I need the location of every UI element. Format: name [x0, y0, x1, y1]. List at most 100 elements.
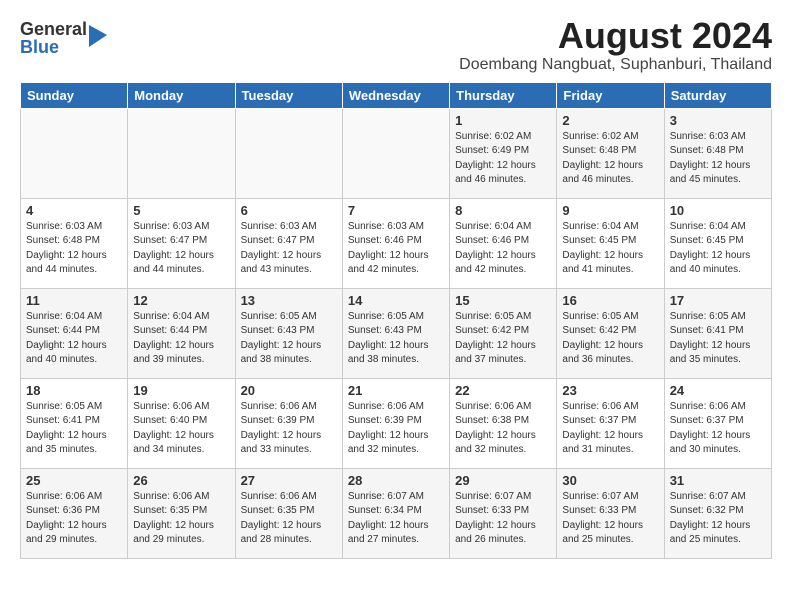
- calendar-cell: 5Sunrise: 6:03 AM Sunset: 6:47 PM Daylig…: [128, 198, 235, 288]
- calendar-cell: 22 Sunrise: 6:06 AM Sunset: 6:38 PM Dayli…: [450, 378, 557, 468]
- weekday-header-row: SundayMondayTuesdayWednesdayThursdayFrid…: [21, 82, 772, 108]
- weekday-header-friday: Friday: [557, 82, 664, 108]
- day-number: 15: [455, 293, 551, 308]
- calendar-week-row: 11 Sunrise: 6:04 AM Sunset: 6:44 PM Dayli…: [21, 288, 772, 378]
- day-info: Sunrise: 6:06 AM Sunset: 6:38 PM Dayligh…: [455, 400, 551, 458]
- calendar-cell: 3Sunrise: 6:03 AM Sunset: 6:48 PM Daylig…: [664, 108, 771, 198]
- day-info: Sunrise: 6:06 AM Sunset: 6:35 PM Dayligh…: [241, 490, 337, 548]
- calendar-cell: 7Sunrise: 6:03 AM Sunset: 6:46 PM Daylig…: [342, 198, 449, 288]
- title-block: August 2024 Doembang Nangbuat, Suphanbur…: [459, 16, 772, 74]
- location-title: Doembang Nangbuat, Suphanburi, Thailand: [459, 56, 772, 74]
- day-info: Sunrise: 6:05 AM Sunset: 6:42 PM Dayligh…: [455, 310, 551, 368]
- day-info: Sunrise: 6:06 AM Sunset: 6:35 PM Dayligh…: [133, 490, 229, 548]
- day-info: Sunrise: 6:06 AM Sunset: 6:36 PM Dayligh…: [26, 490, 122, 548]
- day-number: 6: [241, 203, 337, 218]
- calendar-cell: 21 Sunrise: 6:06 AM Sunset: 6:39 PM Dayli…: [342, 378, 449, 468]
- calendar-cell: 12 Sunrise: 6:04 AM Sunset: 6:44 PM Dayli…: [128, 288, 235, 378]
- weekday-header-saturday: Saturday: [664, 82, 771, 108]
- day-number: 2: [562, 113, 658, 128]
- day-number: 30: [562, 473, 658, 488]
- day-info: Sunrise: 6:03 AM Sunset: 6:47 PM Dayligh…: [133, 220, 229, 278]
- day-info: Sunrise: 6:07 AM Sunset: 6:32 PM Dayligh…: [670, 490, 766, 548]
- calendar-table: SundayMondayTuesdayWednesdayThursdayFrid…: [20, 82, 772, 559]
- day-number: 3: [670, 113, 766, 128]
- day-number: 4: [26, 203, 122, 218]
- day-number: 21: [348, 383, 444, 398]
- calendar-cell: 10 Sunrise: 6:04 AM Sunset: 6:45 PM Dayli…: [664, 198, 771, 288]
- day-info: Sunrise: 6:06 AM Sunset: 6:40 PM Dayligh…: [133, 400, 229, 458]
- day-info: Sunrise: 6:03 AM Sunset: 6:48 PM Dayligh…: [26, 220, 122, 278]
- calendar-cell: 8 Sunrise: 6:04 AM Sunset: 6:46 PM Daylig…: [450, 198, 557, 288]
- calendar-cell: 27 Sunrise: 6:06 AM Sunset: 6:35 PM Dayli…: [235, 468, 342, 558]
- day-info: Sunrise: 6:07 AM Sunset: 6:33 PM Dayligh…: [562, 490, 658, 548]
- calendar-cell: 14 Sunrise: 6:05 AM Sunset: 6:43 PM Dayli…: [342, 288, 449, 378]
- page-header: General Blue August 2024 Doembang Nangbu…: [20, 16, 772, 74]
- calendar-week-row: 18Sunrise: 6:05 AM Sunset: 6:41 PM Dayli…: [21, 378, 772, 468]
- calendar-cell: 17Sunrise: 6:05 AM Sunset: 6:41 PM Dayli…: [664, 288, 771, 378]
- calendar-cell: 16Sunrise: 6:05 AM Sunset: 6:42 PM Dayli…: [557, 288, 664, 378]
- day-info: Sunrise: 6:07 AM Sunset: 6:33 PM Dayligh…: [455, 490, 551, 548]
- day-info: Sunrise: 6:04 AM Sunset: 6:45 PM Dayligh…: [562, 220, 658, 278]
- calendar-cell: 11Sunrise: 6:04 AM Sunset: 6:44 PM Dayli…: [21, 288, 128, 378]
- calendar-cell: 29 Sunrise: 6:07 AM Sunset: 6:33 PM Dayli…: [450, 468, 557, 558]
- calendar-cell: 15 Sunrise: 6:05 AM Sunset: 6:42 PM Dayli…: [450, 288, 557, 378]
- calendar-week-row: 1Sunrise: 6:02 AM Sunset: 6:49 PM Daylig…: [21, 108, 772, 198]
- day-number: 22: [455, 383, 551, 398]
- calendar-cell: 6Sunrise: 6:03 AM Sunset: 6:47 PM Daylig…: [235, 198, 342, 288]
- calendar-cell: 2 Sunrise: 6:02 AM Sunset: 6:48 PM Daylig…: [557, 108, 664, 198]
- day-number: 31: [670, 473, 766, 488]
- weekday-header-wednesday: Wednesday: [342, 82, 449, 108]
- weekday-header-thursday: Thursday: [450, 82, 557, 108]
- day-info: Sunrise: 6:06 AM Sunset: 6:39 PM Dayligh…: [241, 400, 337, 458]
- day-number: 12: [133, 293, 229, 308]
- month-title: August 2024: [459, 16, 772, 56]
- day-number: 17: [670, 293, 766, 308]
- day-info: Sunrise: 6:06 AM Sunset: 6:37 PM Dayligh…: [562, 400, 658, 458]
- calendar-cell: 1Sunrise: 6:02 AM Sunset: 6:49 PM Daylig…: [450, 108, 557, 198]
- calendar-cell: 23 Sunrise: 6:06 AM Sunset: 6:37 PM Dayli…: [557, 378, 664, 468]
- day-info: Sunrise: 6:04 AM Sunset: 6:46 PM Dayligh…: [455, 220, 551, 278]
- calendar-cell: 9 Sunrise: 6:04 AM Sunset: 6:45 PM Daylig…: [557, 198, 664, 288]
- day-number: 14: [348, 293, 444, 308]
- weekday-header-tuesday: Tuesday: [235, 82, 342, 108]
- day-info: Sunrise: 6:04 AM Sunset: 6:45 PM Dayligh…: [670, 220, 766, 278]
- calendar-cell: 31 Sunrise: 6:07 AM Sunset: 6:32 PM Dayli…: [664, 468, 771, 558]
- day-info: Sunrise: 6:05 AM Sunset: 6:43 PM Dayligh…: [348, 310, 444, 368]
- day-number: 11: [26, 293, 122, 308]
- calendar-cell: 30 Sunrise: 6:07 AM Sunset: 6:33 PM Dayli…: [557, 468, 664, 558]
- day-number: 13: [241, 293, 337, 308]
- weekday-header-monday: Monday: [128, 82, 235, 108]
- day-info: Sunrise: 6:05 AM Sunset: 6:43 PM Dayligh…: [241, 310, 337, 368]
- day-number: 25: [26, 473, 122, 488]
- calendar-week-row: 4 Sunrise: 6:03 AM Sunset: 6:48 PM Daylig…: [21, 198, 772, 288]
- calendar-cell: 4 Sunrise: 6:03 AM Sunset: 6:48 PM Daylig…: [21, 198, 128, 288]
- calendar-cell: 19 Sunrise: 6:06 AM Sunset: 6:40 PM Dayli…: [128, 378, 235, 468]
- calendar-cell: [342, 108, 449, 198]
- logo-icon: [89, 25, 107, 47]
- day-number: 9: [562, 203, 658, 218]
- day-number: 27: [241, 473, 337, 488]
- calendar-cell: [128, 108, 235, 198]
- day-number: 16: [562, 293, 658, 308]
- day-info: Sunrise: 6:02 AM Sunset: 6:49 PM Dayligh…: [455, 130, 551, 188]
- day-number: 23: [562, 383, 658, 398]
- day-info: Sunrise: 6:06 AM Sunset: 6:37 PM Dayligh…: [670, 400, 766, 458]
- weekday-header-sunday: Sunday: [21, 82, 128, 108]
- day-number: 29: [455, 473, 551, 488]
- day-number: 7: [348, 203, 444, 218]
- calendar-cell: 25 Sunrise: 6:06 AM Sunset: 6:36 PM Dayli…: [21, 468, 128, 558]
- day-info: Sunrise: 6:02 AM Sunset: 6:48 PM Dayligh…: [562, 130, 658, 188]
- day-info: Sunrise: 6:04 AM Sunset: 6:44 PM Dayligh…: [133, 310, 229, 368]
- calendar-cell: 28Sunrise: 6:07 AM Sunset: 6:34 PM Dayli…: [342, 468, 449, 558]
- day-number: 10: [670, 203, 766, 218]
- day-number: 8: [455, 203, 551, 218]
- calendar-cell: [235, 108, 342, 198]
- day-number: 19: [133, 383, 229, 398]
- logo-blue-text: Blue: [20, 38, 87, 56]
- day-info: Sunrise: 6:05 AM Sunset: 6:41 PM Dayligh…: [26, 400, 122, 458]
- day-info: Sunrise: 6:06 AM Sunset: 6:39 PM Dayligh…: [348, 400, 444, 458]
- calendar-cell: 24Sunrise: 6:06 AM Sunset: 6:37 PM Dayli…: [664, 378, 771, 468]
- calendar-cell: 18Sunrise: 6:05 AM Sunset: 6:41 PM Dayli…: [21, 378, 128, 468]
- logo: General Blue: [20, 20, 107, 56]
- calendar-week-row: 25 Sunrise: 6:06 AM Sunset: 6:36 PM Dayli…: [21, 468, 772, 558]
